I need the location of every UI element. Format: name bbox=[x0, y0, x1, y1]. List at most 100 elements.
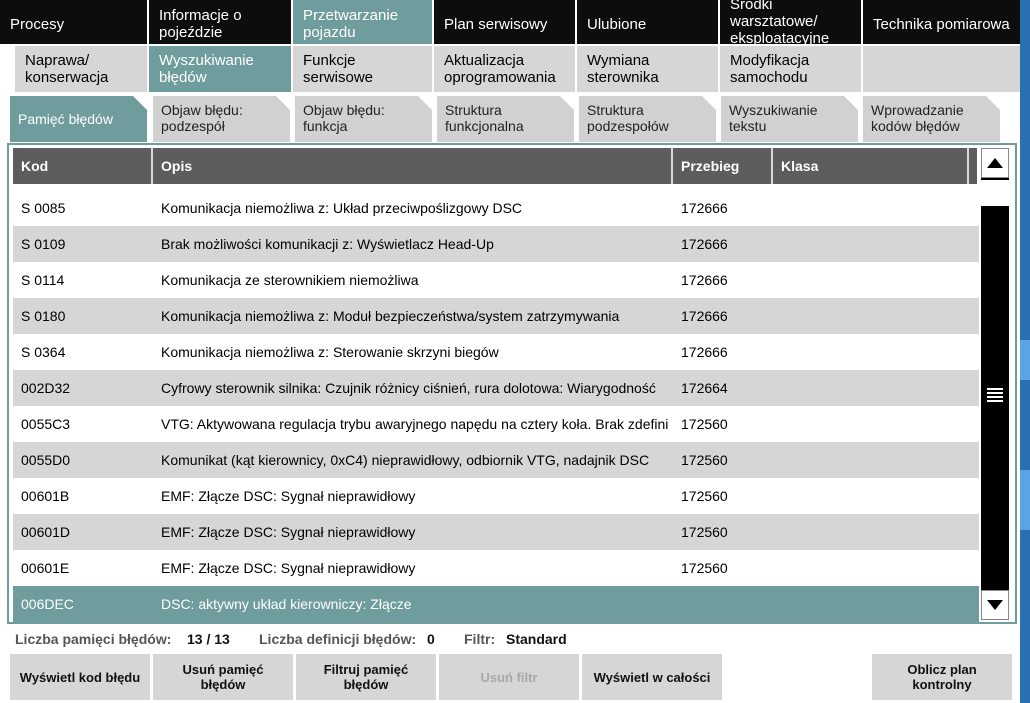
triangle-up-icon bbox=[987, 158, 1003, 168]
sub-menu-aktualizacja-oprogramowania[interactable]: Aktualizacja oprogramowania bbox=[434, 46, 575, 92]
cell-opis: Komunikacja niemożliwa z: Układ przeciwp… bbox=[161, 200, 523, 216]
table-row[interactable]: S 0085 Komunikacja niemożliwa z: Układ pr… bbox=[13, 190, 979, 226]
cell-opis: EMF: Złącze DSC: Sygnał nieprawidłowy bbox=[161, 524, 416, 540]
table-header: Kod Opis Przebieg Klasa bbox=[13, 148, 977, 184]
sub-menu-naprawa-konserwacja[interactable]: Naprawa/ konserwacja bbox=[15, 46, 147, 92]
top-menu-ulubione[interactable]: Ulubione bbox=[577, 0, 718, 44]
cell-przebieg: 172666 bbox=[681, 236, 728, 252]
top-menu-srodki-warsztatowe[interactable]: Środki warsztatowe/ eksploatacyjne bbox=[720, 0, 861, 44]
tab-pamiec-bledow[interactable]: Pamięć błędów bbox=[10, 96, 147, 142]
cell-opis: Komunikacja ze sterownikiem niemożliwa bbox=[161, 272, 419, 288]
calculate-test-plan-button[interactable]: Oblicz plan kontrolny bbox=[872, 654, 1012, 700]
definitions-count-label: Liczba definicji błędów: bbox=[259, 631, 417, 647]
cell-klasa bbox=[781, 262, 971, 298]
tab-objaw-bledu-funkcja[interactable]: Objaw błędu: funkcja bbox=[295, 96, 432, 142]
cell-opis: Cyfrowy sterownik silnika: Czujnik różni… bbox=[161, 380, 656, 396]
sub-menu-wymiana-sterownika[interactable]: Wymiana sterownika bbox=[577, 46, 718, 92]
definitions-count-value: 0 bbox=[427, 631, 435, 647]
cell-klasa bbox=[781, 298, 971, 334]
column-header-przebieg[interactable]: Przebieg bbox=[673, 148, 773, 184]
show-all-button[interactable]: Wyświetl w całości bbox=[582, 654, 722, 700]
table-row[interactable]: 006DEC DSC: aktywny układ kierowniczy: Zł… bbox=[13, 586, 979, 622]
cell-opis: Komunikat (kąt kierownicy, 0xC4) niepraw… bbox=[161, 452, 650, 468]
table-row[interactable]: 0055D0 Komunikat (kąt kierownicy, 0xC4) n… bbox=[13, 442, 979, 478]
sub-menu: Naprawa/ konserwacja Wyszukiwanie błędów… bbox=[0, 46, 1030, 92]
cell-kod: S 0364 bbox=[21, 344, 66, 360]
cell-kod: S 0109 bbox=[21, 236, 66, 252]
cell-klasa bbox=[781, 442, 971, 478]
column-header-kod[interactable]: Kod bbox=[13, 148, 153, 184]
top-menu-technika-pomiarowa[interactable]: Technika pomiarowa bbox=[863, 0, 1020, 44]
triangle-down-icon bbox=[987, 600, 1003, 610]
table-row[interactable]: 002D32 Cyfrowy sterownik silnika: Czujnik… bbox=[13, 370, 979, 406]
top-menu-procesy[interactable]: Procesy bbox=[0, 0, 147, 44]
cell-przebieg: 172664 bbox=[681, 380, 728, 396]
cell-przebieg: 172560 bbox=[681, 416, 728, 432]
empty-button-slot bbox=[725, 654, 865, 700]
cell-kod: S 0085 bbox=[21, 200, 66, 216]
memory-count-label: Liczba pamięci błędów: bbox=[15, 631, 172, 647]
table-row[interactable]: 00601B EMF: Złącze DSC: Sygnał nieprawidł… bbox=[13, 478, 979, 514]
cell-przebieg: 172560 bbox=[681, 452, 728, 468]
show-fault-code-button[interactable]: Wyświetl kod błędu bbox=[10, 654, 150, 700]
desktop-edge-strip bbox=[1020, 0, 1030, 703]
top-menu-informacje-o-pojezdzie[interactable]: Informacje o pojeździe bbox=[149, 0, 291, 44]
cell-opis: DSC: aktywny układ kierowniczy: Złącze bbox=[161, 596, 412, 612]
top-menu-przetwarzanie-pojazdu[interactable]: Przetwarzanie pojazdu bbox=[293, 0, 432, 44]
cell-opis: Komunikacja niemożliwa z: Moduł bezpiecz… bbox=[161, 308, 620, 324]
cell-klasa bbox=[781, 370, 971, 406]
cell-przebieg: 172560 bbox=[681, 488, 728, 504]
sub-menu-funkcje-serwisowe[interactable]: Funkcje serwisowe bbox=[293, 46, 432, 92]
delete-fault-memory-button[interactable]: Usuń pamięć błędów bbox=[153, 654, 293, 700]
cell-kod: 00601E bbox=[21, 560, 70, 576]
cell-kod: 0055C3 bbox=[21, 416, 71, 432]
scrollbar-thumb[interactable] bbox=[981, 180, 1009, 206]
cell-przebieg: 172666 bbox=[681, 308, 728, 324]
cell-klasa bbox=[781, 478, 971, 514]
sub-menu-modyfikacja-samochodu[interactable]: Modyfikacja samochodu bbox=[720, 46, 861, 92]
sub-menu-wyszukiwanie-bledow[interactable]: Wyszukiwanie błędów bbox=[149, 46, 291, 92]
cell-opis: EMF: Złącze DSC: Sygnał nieprawidłowy bbox=[161, 488, 416, 504]
cell-opis: VTG: Aktywowana regulacja trybu awaryjne… bbox=[161, 416, 669, 432]
sub-menu-empty bbox=[863, 46, 1020, 92]
filter-fault-memory-button[interactable]: Filtruj pamięć błędów bbox=[296, 654, 436, 700]
cell-przebieg: 172666 bbox=[681, 272, 728, 288]
tab-struktura-podzespolow[interactable]: Struktura podzespołów bbox=[579, 96, 716, 142]
top-menu: Procesy Informacje o pojeździe Przetwarz… bbox=[0, 0, 1030, 44]
cell-przebieg: 172560 bbox=[681, 560, 728, 576]
cell-kod: S 0180 bbox=[21, 308, 66, 324]
table-row[interactable]: 00601D EMF: Złącze DSC: Sygnał nieprawidł… bbox=[13, 514, 979, 550]
tab-wyszukiwanie-tekstu[interactable]: Wyszukiwanie tekstu bbox=[721, 96, 858, 142]
filter-label: Filtr: bbox=[464, 631, 496, 647]
cell-przebieg: 172666 bbox=[681, 344, 728, 360]
cell-kod: S 0114 bbox=[21, 272, 65, 288]
scrollbar[interactable] bbox=[981, 148, 1009, 620]
remove-filter-button: Usuń filtr bbox=[439, 654, 579, 700]
action-bar: Wyświetl kod błędu Usuń pamięć błędów Fi… bbox=[0, 654, 1030, 700]
cell-klasa bbox=[781, 550, 971, 586]
table-row[interactable]: S 0114 Komunikacja ze sterownikiem niemoż… bbox=[13, 262, 979, 298]
scrollbar-grip-icon[interactable] bbox=[987, 388, 1003, 402]
tab-struktura-funkcjonalna[interactable]: Struktura funkcjonalna bbox=[437, 96, 574, 142]
top-menu-plan-serwisowy[interactable]: Plan serwisowy bbox=[434, 0, 575, 44]
tab-objaw-bledu-podzespol[interactable]: Objaw błędu: podzespół bbox=[153, 96, 290, 142]
filter-value: Standard bbox=[506, 631, 567, 647]
fault-memory-panel: Kod Opis Przebieg Klasa S 0085 Komunikacj… bbox=[7, 143, 1017, 624]
cell-klasa bbox=[781, 226, 971, 262]
cell-opis: Komunikacja niemożliwa z: Sterowanie skr… bbox=[161, 344, 499, 360]
column-header-klasa[interactable]: Klasa bbox=[773, 148, 969, 184]
cell-klasa bbox=[781, 586, 971, 622]
scroll-up-button[interactable] bbox=[981, 148, 1009, 178]
scroll-down-button[interactable] bbox=[981, 590, 1009, 620]
cell-kod: 002D32 bbox=[21, 380, 71, 396]
column-header-opis[interactable]: Opis bbox=[153, 148, 673, 184]
cell-kod: 00601D bbox=[21, 524, 71, 540]
tab-wprowadzanie-kodow-bledow[interactable]: Wprowadzanie kodów błędów bbox=[863, 96, 1000, 142]
table-row[interactable]: S 0180 Komunikacja niemożliwa z: Moduł be… bbox=[13, 298, 979, 334]
table-row[interactable]: 00601E EMF: Złącze DSC: Sygnał nieprawidł… bbox=[13, 550, 979, 586]
table-row[interactable]: S 0109 Brak możliwości komunikacji z: Wyś… bbox=[13, 226, 979, 262]
table-row[interactable]: S 0364 Komunikacja niemożliwa z: Sterowan… bbox=[13, 334, 979, 370]
table-row[interactable]: 0055C3 VTG: Aktywowana regulacja trybu aw… bbox=[13, 406, 979, 442]
cell-przebieg: 172666 bbox=[681, 200, 728, 216]
cell-klasa bbox=[781, 406, 971, 442]
